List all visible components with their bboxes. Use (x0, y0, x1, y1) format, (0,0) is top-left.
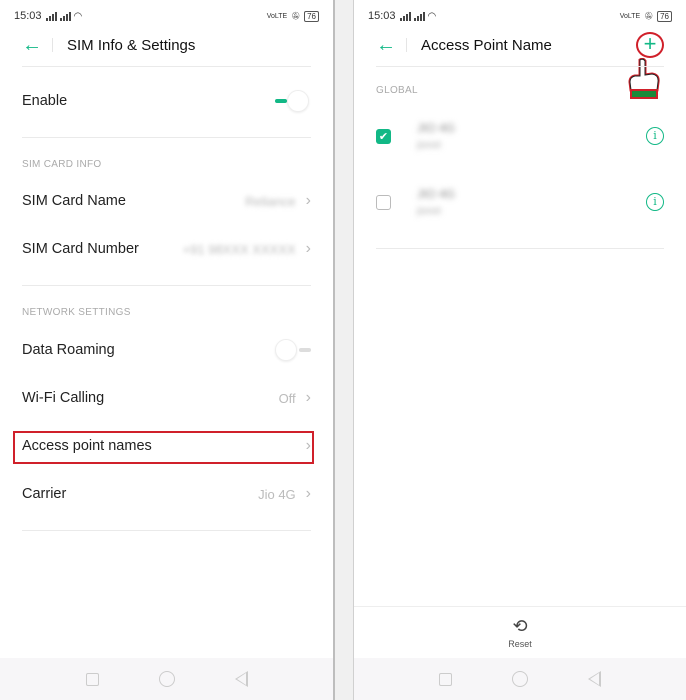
home-icon[interactable] (158, 671, 175, 687)
carrier-row[interactable]: Carrier Jio 4G › (22, 474, 311, 514)
app-bar: ← Access Point Name (376, 30, 664, 60)
data-roaming-label: Data Roaming (22, 342, 115, 358)
enable-toggle[interactable] (275, 90, 311, 112)
sim-card-name-label: SIM Card Name (22, 193, 126, 209)
sim-card-number-label: SIM Card Number (22, 241, 139, 257)
wifi-icon: ◠ (427, 10, 437, 22)
toggle-track (299, 348, 311, 352)
back-nav-icon[interactable] (588, 671, 601, 687)
mute-icon: 🔕︎ (291, 13, 301, 20)
chevron-right-icon: › (305, 485, 311, 502)
sim-card-number-value: +91 98XXX XXXXX (182, 241, 296, 257)
recents-icon[interactable] (439, 672, 452, 686)
volte-icon: VoLTE (619, 12, 641, 20)
chevron-right-icon: › (305, 240, 311, 257)
data-roaming-row[interactable]: Data Roaming (22, 330, 311, 370)
apn-screen: 15:03 ◠ VoLTE 🔕︎ 76 ← Access Point Name … (354, 0, 686, 700)
sim-card-name-value: Reliance (245, 193, 296, 209)
status-bar: 15:03 ◠ VoLTE 🔕︎ 76 (368, 8, 672, 24)
signal-icon (399, 11, 411, 21)
reset-button[interactable]: ⟲ Reset (354, 606, 686, 658)
signal-icon (413, 11, 425, 21)
recents-icon[interactable] (85, 672, 99, 686)
toggle-knob (275, 339, 297, 361)
back-nav-icon[interactable] (234, 671, 248, 687)
sim-card-number-row[interactable]: SIM Card Number +91 98XXX XXXXX › (22, 229, 311, 269)
apn-name: JIO 4G (417, 121, 456, 135)
apn-item[interactable]: ✔ JIO 4G jionet i (376, 111, 664, 161)
home-icon[interactable] (512, 671, 528, 687)
apn-subtitle: jionet (417, 140, 441, 151)
screen-separator (333, 0, 354, 700)
chevron-right-icon: › (305, 192, 311, 209)
header-divider (22, 66, 311, 67)
data-roaming-toggle[interactable] (275, 339, 311, 361)
info-icon[interactable]: i (646, 127, 664, 145)
reset-icon: ⟲ (512, 615, 528, 636)
status-time: 15:03 (14, 10, 42, 22)
apn-subtitle: jionet (417, 206, 441, 217)
apn-name: JIO 4G (417, 187, 456, 201)
status-bar: 15:03 ◠ VoLTE 🔕︎ 76 (14, 8, 319, 24)
toggle-track (275, 99, 287, 103)
section-sim-card-info: SIM CARD INFO (22, 159, 102, 170)
page-title: SIM Info & Settings (67, 36, 196, 54)
header-separator (406, 38, 407, 52)
enable-label: Enable (22, 93, 68, 109)
carrier-label: Carrier (22, 486, 67, 502)
toggle-knob (287, 90, 309, 112)
back-arrow-icon[interactable]: ← (376, 34, 406, 57)
divider (22, 285, 311, 286)
enable-row[interactable]: Enable (22, 81, 311, 121)
apn-item[interactable]: JIO 4G jionet i (376, 177, 664, 227)
battery-icon: 76 (304, 10, 319, 22)
status-time: 15:03 (368, 10, 396, 22)
divider (376, 248, 664, 249)
app-bar: ← SIM Info & Settings (22, 30, 311, 60)
wifi-icon: ◠ (73, 10, 83, 22)
apn-checkbox-unchecked[interactable] (376, 194, 391, 210)
volte-icon: VoLTE (266, 12, 288, 20)
header-separator (52, 38, 53, 52)
signal-icon (59, 11, 71, 21)
highlight-box (13, 431, 314, 464)
sim-settings-screen: 15:03 ◠ VoLTE 🔕︎ 76 ← SIM Info & Setting… (0, 0, 333, 700)
carrier-value: Jio 4G (258, 486, 296, 502)
mute-icon: 🔕︎ (644, 13, 654, 20)
divider (22, 137, 311, 138)
chevron-right-icon: › (305, 389, 311, 406)
sim-card-name-row[interactable]: SIM Card Name Reliance › (22, 181, 311, 221)
nav-bar (354, 658, 686, 700)
back-arrow-icon[interactable]: ← (22, 34, 52, 57)
info-icon[interactable]: i (646, 193, 664, 211)
wifi-calling-value: Off (278, 390, 296, 406)
reset-label: Reset (508, 638, 532, 649)
divider (22, 530, 311, 531)
apn-checkbox-checked[interactable]: ✔ (376, 128, 391, 144)
wifi-calling-row[interactable]: Wi-Fi Calling Off › (22, 378, 311, 418)
header-divider (376, 66, 664, 67)
add-apn-button[interactable]: + (636, 32, 664, 58)
section-network-settings: NETWORK SETTINGS (22, 307, 131, 318)
battery-icon: 76 (657, 10, 672, 22)
signal-icon (45, 11, 57, 21)
pointer-hand-icon (628, 58, 660, 99)
section-global: GLOBAL (376, 85, 418, 96)
nav-bar (0, 658, 333, 700)
page-title: Access Point Name (421, 36, 552, 54)
wifi-calling-label: Wi-Fi Calling (22, 390, 105, 406)
